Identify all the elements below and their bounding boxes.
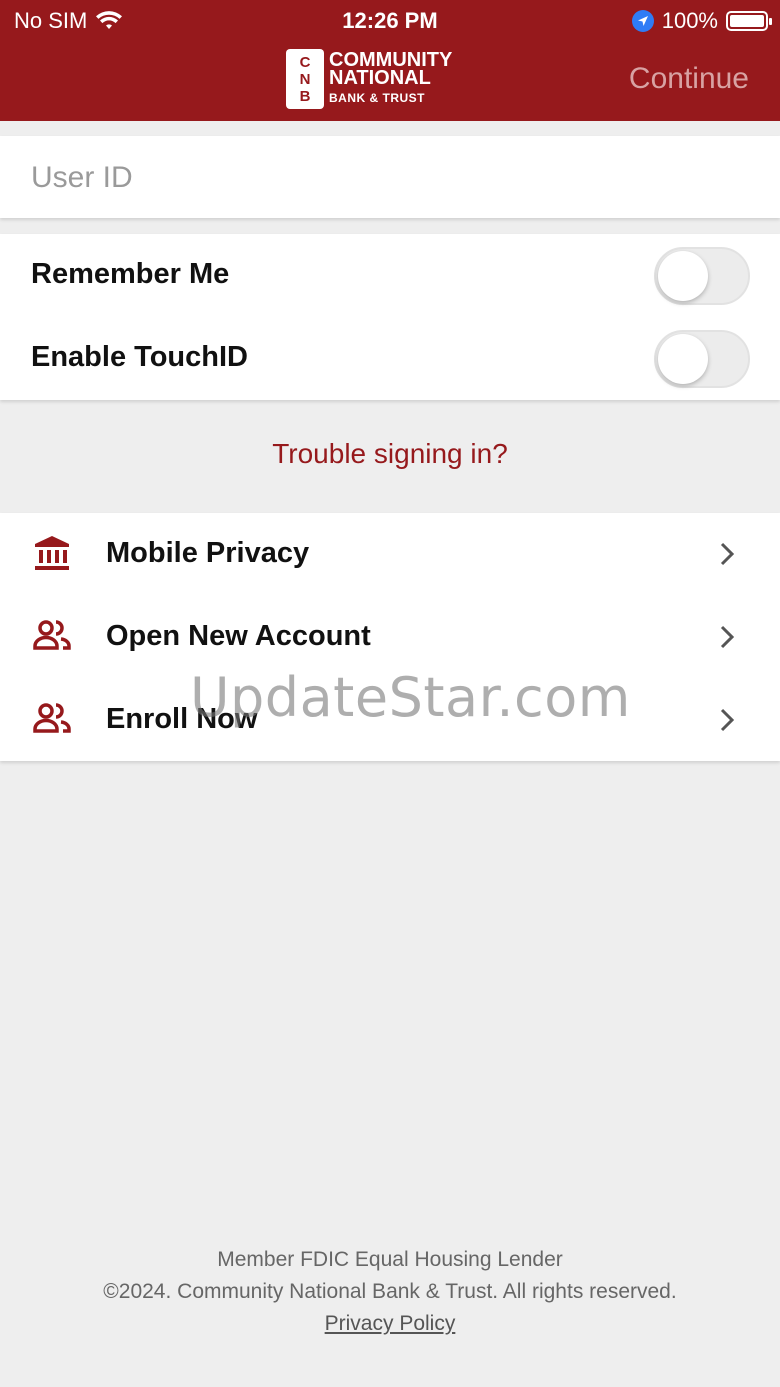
- touchid-row: Enable TouchID: [0, 317, 780, 400]
- people-icon: [33, 703, 71, 733]
- people-icon: [33, 620, 71, 650]
- chevron-right-icon: [720, 708, 735, 732]
- battery-percent: 100%: [661, 8, 718, 33]
- chevron-right-icon: [720, 625, 735, 649]
- logo-wordmark: COMMUNITY NATIONAL BANK & TRUST: [329, 49, 453, 105]
- battery-icon: [726, 11, 772, 31]
- copyright: ©2024. Community National Bank & Trust. …: [103, 1280, 677, 1303]
- link-mobile-privacy[interactable]: Mobile Privacy: [0, 513, 780, 596]
- continue-button[interactable]: Continue: [629, 62, 749, 96]
- location-icon: [631, 10, 654, 32]
- toggle-knob: [658, 251, 708, 301]
- toggle-knob: [658, 334, 708, 384]
- link-label: Open New Account: [106, 620, 371, 652]
- privacy-policy-link[interactable]: Privacy Policy: [0, 1308, 780, 1340]
- remember-me-toggle[interactable]: [654, 247, 750, 305]
- logo-monogram: C N B: [286, 49, 324, 109]
- user-id-input[interactable]: [31, 158, 731, 198]
- app-header: No SIM 12:26 PM 100% C N B COMMUNITY NAT…: [0, 0, 780, 121]
- user-id-card: [0, 136, 780, 218]
- remember-me-label: Remember Me: [31, 258, 230, 290]
- touchid-label: Enable TouchID: [31, 341, 248, 373]
- bank-logo: C N B COMMUNITY NATIONAL BANK & TRUST: [286, 49, 452, 109]
- battery-fill: [730, 15, 764, 27]
- chevron-right-icon: [720, 542, 735, 566]
- touchid-toggle[interactable]: [654, 330, 750, 388]
- remember-me-row: Remember Me: [0, 234, 780, 317]
- status-bar: No SIM 12:26 PM 100%: [0, 0, 780, 40]
- login-options-card: Remember Me Enable TouchID: [0, 234, 780, 400]
- trouble-signing-in-link[interactable]: Trouble signing in?: [0, 438, 780, 470]
- bank-icon: [35, 536, 69, 570]
- fdic-notice: Member FDIC Equal Housing Lender: [217, 1248, 563, 1271]
- watermark: UpdateStar.com: [190, 666, 631, 729]
- footer: Member FDIC Equal Housing Lender ©2024. …: [0, 1244, 780, 1340]
- link-label: Mobile Privacy: [106, 537, 310, 569]
